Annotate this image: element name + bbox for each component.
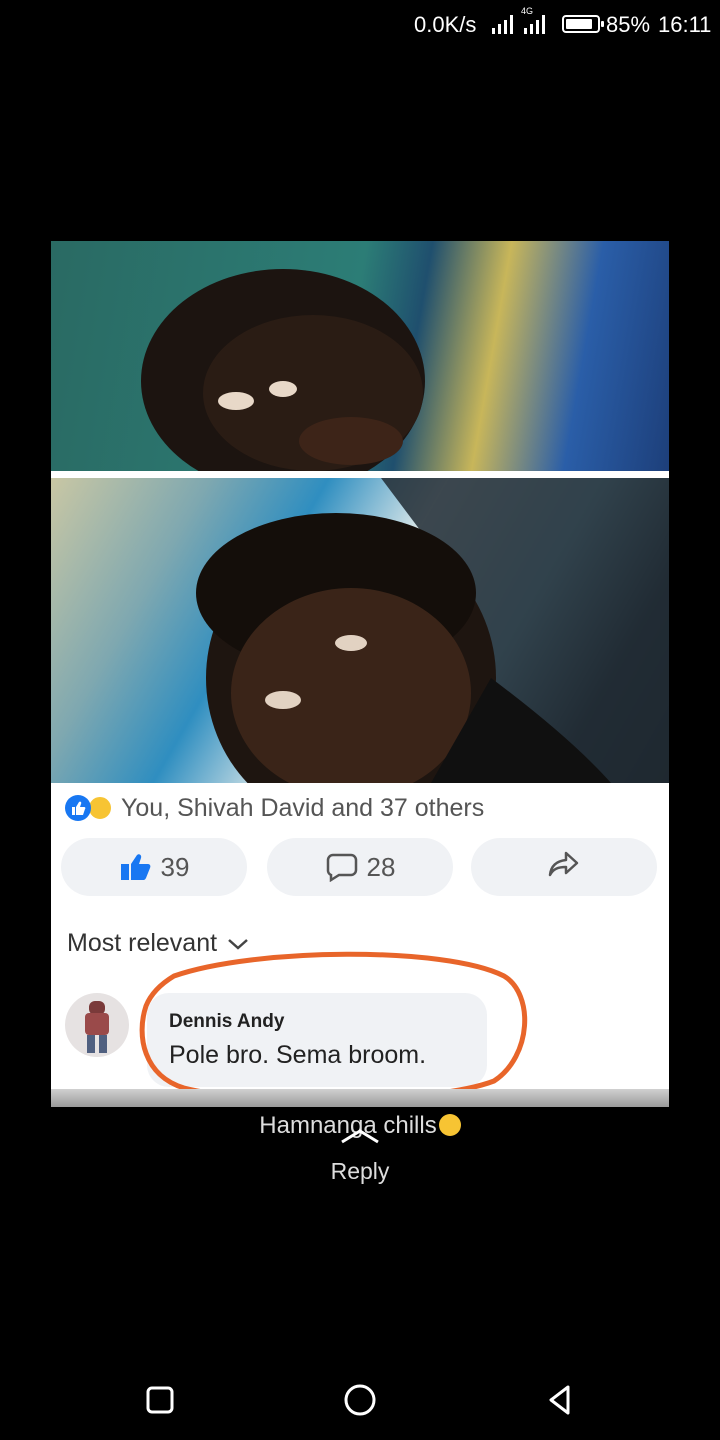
recents-icon — [146, 1386, 174, 1414]
selfie-photo-bottom[interactable] — [51, 478, 669, 783]
photo-divider — [51, 471, 669, 478]
reactions-text: You, Shivah David and 37 others — [121, 793, 485, 822]
signal-strength-icon — [492, 15, 513, 34]
chevron-down-icon — [227, 937, 249, 951]
comment-bubble[interactable]: Dennis Andy Pole bro. Sema broom. — [147, 993, 487, 1087]
commenter-avatar[interactable] — [65, 993, 129, 1057]
reply-button[interactable]: Reply — [0, 1158, 720, 1185]
comment-author[interactable]: Dennis Andy — [169, 1011, 284, 1033]
back-button[interactable] — [540, 1380, 580, 1420]
comment-text: Pole bro. Sema broom. — [169, 1041, 427, 1069]
selfie-photo-top[interactable] — [51, 241, 669, 471]
like-reaction-icon — [65, 795, 91, 821]
chevron-up-icon[interactable] — [338, 1128, 382, 1144]
home-button[interactable] — [340, 1380, 380, 1420]
recents-button[interactable] — [140, 1380, 180, 1420]
laughing-emoji-icon — [438, 1114, 461, 1136]
face-illustration-bottom — [196, 478, 669, 783]
comment-count: 28 — [366, 851, 396, 882]
post-screenshot: You, Shivah David and 37 others 39 28 Mo… — [51, 241, 669, 1107]
face-illustration-top — [141, 269, 425, 471]
home-icon — [344, 1384, 376, 1416]
comment-icon — [325, 852, 359, 882]
like-button[interactable]: 39 — [61, 838, 247, 896]
comment-sort-dropdown[interactable]: Most relevant — [67, 929, 249, 958]
screenshot-bottom-edge — [51, 1089, 669, 1107]
network-speed: 0.0K/s — [414, 12, 477, 37]
thumbs-up-icon — [119, 852, 153, 882]
signal-strength-icon-2 — [524, 15, 545, 34]
comment-button[interactable]: 28 — [267, 838, 453, 896]
reactions-summary[interactable]: You, Shivah David and 37 others — [65, 793, 484, 823]
battery-percent: 85% — [606, 12, 651, 37]
battery-icon — [562, 15, 604, 33]
share-button[interactable] — [471, 838, 657, 896]
clock: 16:11 — [658, 12, 712, 37]
share-icon — [547, 849, 581, 886]
back-icon — [549, 1385, 570, 1415]
status-bar: 0.0K/s 4G 85% 16:11 — [0, 0, 720, 52]
sort-label: Most relevant — [67, 929, 218, 957]
like-count: 39 — [160, 851, 190, 882]
